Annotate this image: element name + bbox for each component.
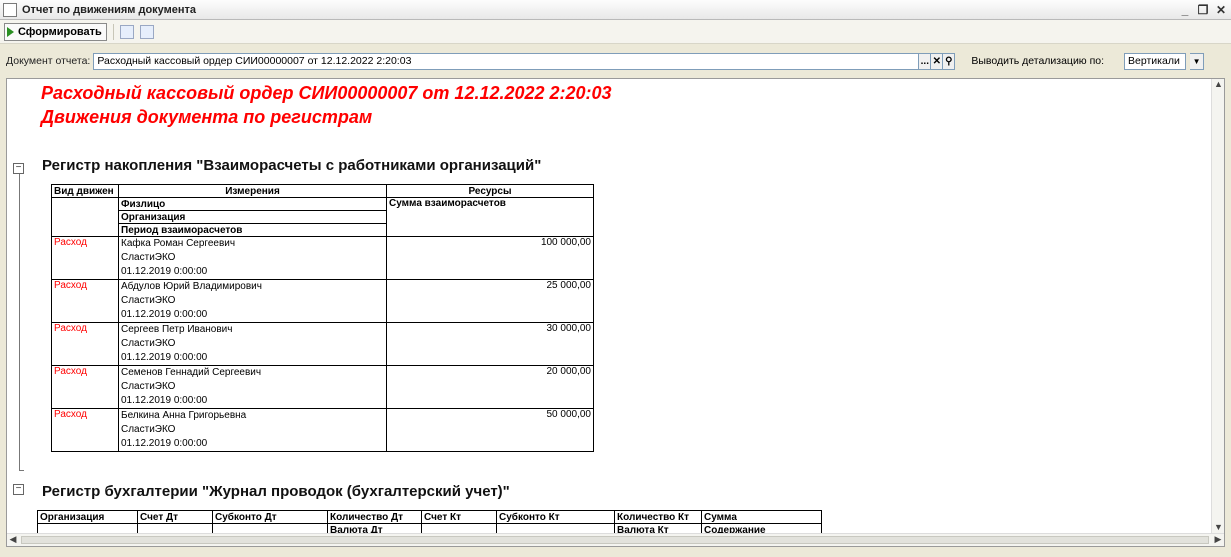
clear-icon[interactable]: ✕: [931, 52, 944, 70]
dim-person-header: Физлицо: [118, 197, 387, 211]
minimize-icon[interactable]: _: [1177, 2, 1193, 18]
report-icon: [3, 2, 17, 17]
register2-title: Регистр бухгалтерии "Журнал проводок (бу…: [42, 483, 510, 500]
toolbar-separator: [112, 23, 114, 40]
table-row: Расход Сергеев Петр Иванович СластиЭКО 01.1…: [51, 322, 594, 366]
movement-type: Расход: [51, 408, 119, 452]
group-line-end: [19, 470, 24, 471]
scroll-left-icon[interactable]: ◀: [7, 534, 19, 546]
detail-select[interactable]: Вертикали: [1124, 52, 1187, 70]
col-credit-header: Счет Кт: [421, 510, 497, 524]
collapse-register2-icon[interactable]: −: [13, 484, 24, 495]
dimensions-cell: Белкина Анна Григорьевна СластиЭКО 01.12.2…: [118, 408, 387, 452]
col-qty-dt-header: Количество Дт: [327, 510, 422, 524]
play-icon: [7, 26, 14, 37]
table-row: Расход Кафка Роман Сергеевич СластиЭКО 01.1…: [51, 236, 594, 280]
period-date: 01.12.2019 0:00:00: [121, 352, 208, 363]
register1-title: Регистр накопления "Взаиморасчеты с рабо…: [42, 157, 542, 174]
table-row: Расход Абдулов Юрий Владимирович СластиЭКО…: [51, 279, 594, 323]
report-area: Расходный кассовый ордер СИИ00000007 от …: [6, 78, 1225, 547]
report-title: Расходный кассовый ордер СИИ00000007 от …: [41, 83, 612, 103]
report-subtitle: Движения документа по регистрам: [41, 107, 373, 127]
col-org-header: Организация: [37, 510, 138, 524]
sum-value: 25 000,00: [386, 279, 594, 323]
dimensions-cell: Сергеев Петр Иванович СластиЭКО 01.12.2019…: [118, 322, 387, 366]
sum-value: 100 000,00: [386, 236, 594, 280]
organization-name: СластиЭКО: [121, 381, 176, 392]
restore-icon[interactable]: ❐: [1195, 2, 1211, 18]
horizontal-scroll-thumb[interactable]: [21, 536, 1209, 544]
sum-value: 30 000,00: [386, 322, 594, 366]
movement-type: Расход: [51, 236, 119, 280]
movement-type: Расход: [51, 322, 119, 366]
col-qty-kt-header: Количество Кт: [614, 510, 702, 524]
document-label: Документ отчета:: [6, 55, 91, 67]
period-date: 01.12.2019 0:00:00: [121, 266, 208, 277]
collapse-register1-icon[interactable]: −: [13, 163, 24, 174]
close-icon[interactable]: ✕: [1213, 2, 1229, 18]
col-dimensions-header: Измерения: [118, 184, 387, 198]
organization-name: СластиЭКО: [121, 338, 176, 349]
movement-type: Расход: [51, 365, 119, 409]
organization-name: СластиЭКО: [121, 295, 176, 306]
parameters-row: Документ отчета: Расходный кассовый орде…: [0, 50, 1231, 72]
group-line: [19, 169, 20, 471]
col-subconto-dt-header: Субконто Дт: [212, 510, 328, 524]
period-date: 01.12.2019 0:00:00: [121, 438, 208, 449]
movement-type: Расход: [51, 279, 119, 323]
dimensions-cell: Абдулов Юрий Владимирович СластиЭКО 01.12.…: [118, 279, 387, 323]
person-name: Белкина Анна Григорьевна: [121, 410, 247, 421]
person-name: Абдулов Юрий Владимирович: [121, 281, 262, 292]
generate-button-label: Сформировать: [18, 25, 102, 38]
choose-button[interactable]: ...: [919, 52, 932, 70]
register1-table: Вид движен Измерения Ресурсы Физлицо Сум…: [51, 184, 594, 452]
col-type-header: Вид движен: [51, 184, 119, 198]
dimensions-cell: Семенов Геннадий Сергеевич СластиЭКО 01.12…: [118, 365, 387, 409]
generate-button[interactable]: Сформировать: [4, 22, 107, 41]
toolbar: Сформировать: [0, 20, 1231, 44]
open-icon[interactable]: ⚲: [943, 52, 956, 70]
dim-period-header: Период взаиморасчетов: [118, 223, 387, 237]
scroll-right-icon[interactable]: ▶: [1212, 534, 1224, 546]
organization-name: СластиЭКО: [121, 252, 176, 263]
period-date: 01.12.2019 0:00:00: [121, 309, 208, 320]
chevron-down-icon[interactable]: ▼: [1190, 52, 1205, 70]
copy-icon[interactable]: [139, 24, 154, 39]
sum-value: 20 000,00: [386, 365, 594, 409]
col-sum-header: Сумма: [701, 510, 822, 524]
dim-org-header: Организация: [118, 210, 387, 224]
scroll-up-icon[interactable]: ▲: [1213, 79, 1224, 91]
window-titlebar: Отчет по движениям документа _ ❐ ✕: [0, 0, 1231, 20]
col-debit-header: Счет Дт: [137, 510, 213, 524]
person-name: Сергеев Петр Иванович: [121, 324, 233, 335]
vertical-scrollbar[interactable]: ▲ ▼: [1211, 79, 1224, 534]
document-field[interactable]: Расходный кассовый ордер СИИ00000007 от …: [93, 52, 920, 70]
sum-value: 50 000,00: [386, 408, 594, 452]
header-spacer: [51, 197, 119, 237]
organization-name: СластиЭКО: [121, 424, 176, 435]
person-name: Семенов Геннадий Сергеевич: [121, 367, 262, 378]
dimensions-cell: Кафка Роман Сергеевич СластиЭКО 01.12.2019…: [118, 236, 387, 280]
window-title: Отчет по движениям документа: [22, 3, 197, 16]
period-date: 01.12.2019 0:00:00: [121, 395, 208, 406]
settings-icon[interactable]: [119, 24, 134, 39]
res-sum-header: Сумма взаиморасчетов: [386, 197, 594, 237]
table-row: Расход Белкина Анна Григорьевна СластиЭКО 0…: [51, 408, 594, 452]
col-subconto-kt-header: Субконто Кт: [496, 510, 615, 524]
horizontal-scrollbar[interactable]: ◀ ▶: [7, 533, 1224, 546]
col-resources-header: Ресурсы: [386, 184, 594, 198]
table-row: Расход Семенов Геннадий Сергеевич СластиЭК…: [51, 365, 594, 409]
detail-label: Выводить детализацию по:: [971, 55, 1105, 67]
person-name: Кафка Роман Сергеевич: [121, 238, 236, 249]
